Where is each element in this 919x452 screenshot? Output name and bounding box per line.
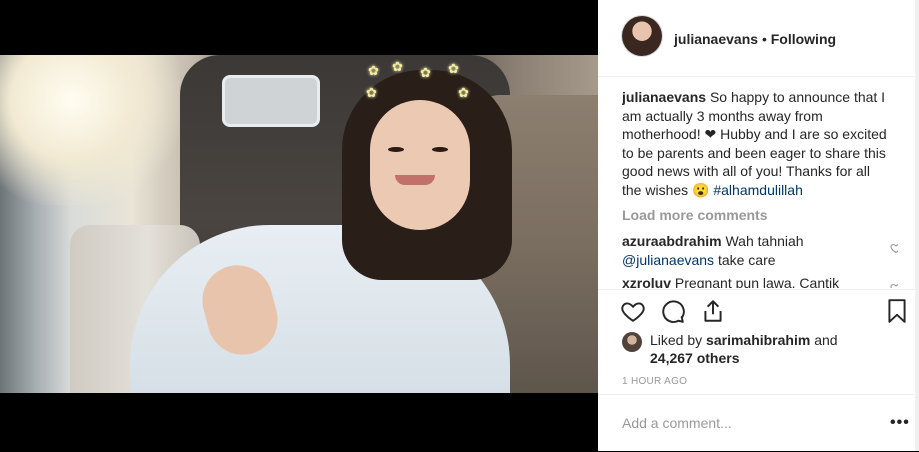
comment-body: azuraabdrahim Wah tahniah @julianaevans … <box>622 232 872 269</box>
comment-username-link[interactable]: azuraabdrahim <box>622 233 722 249</box>
likes-row: Liked by sarimahibrahim and 24,267 other… <box>622 330 902 370</box>
comments-section: julianaevans So happy to announce that I… <box>622 88 898 288</box>
post-header-line: julianaevans • Following <box>674 31 836 47</box>
heart-icon[interactable] <box>620 298 646 324</box>
likes-text: Liked by sarimahibrahim and 24,267 other… <box>650 331 880 367</box>
comment-mention-link[interactable]: @julianaevans <box>622 252 714 268</box>
action-bar <box>598 289 919 330</box>
comment-like-heart-icon[interactable] <box>890 242 898 254</box>
comment-item: xzroluv Pregnant pun lawa. Cantik <box>622 274 898 288</box>
flower-crown-icon: ✿ <box>392 59 403 74</box>
post-photo[interactable]: ✿ ✿ ✿ ✿ ✿ ✿ <box>0 55 598 393</box>
comment-text-suffix: take care <box>717 251 776 268</box>
comment-text-prefix: Pregnant pun lawa. Cantik <box>674 275 840 288</box>
post-media-area: ✿ ✿ ✿ ✿ ✿ ✿ <box>0 0 598 451</box>
flower-crown-icon: ✿ <box>448 61 459 76</box>
photo-seat-screen <box>222 75 320 127</box>
comment-box: ••• <box>598 394 919 452</box>
caption-username-link[interactable]: julianaevans <box>622 89 706 105</box>
bookmark-icon[interactable] <box>884 298 910 324</box>
flower-crown-icon: ✿ <box>458 85 469 100</box>
post-header: julianaevans • Following <box>598 0 919 77</box>
photo-eye-left <box>388 147 404 152</box>
flower-crown-icon: ✿ <box>366 85 377 100</box>
comment-icon[interactable] <box>660 298 686 324</box>
likes-prefix: Liked by <box>650 332 707 348</box>
hashtag-link[interactable]: #alhamdulillah <box>713 182 803 198</box>
page-scrollbar[interactable] <box>915 0 919 451</box>
more-options-icon[interactable]: ••• <box>890 414 910 432</box>
likes-middle: and <box>810 332 838 348</box>
photo-eye-right <box>432 147 448 152</box>
post-timestamp[interactable]: 1 HOUR AGO <box>622 376 687 387</box>
photo-window-light <box>0 55 180 205</box>
separator-dot: • <box>761 31 767 47</box>
comment-like-heart-icon[interactable] <box>890 282 898 288</box>
avatar[interactable] <box>622 16 662 56</box>
liker-avatar[interactable] <box>622 332 642 352</box>
flower-crown-icon: ✿ <box>420 65 431 80</box>
comment-item: azuraabdrahim Wah tahniah @julianaevans … <box>622 232 898 269</box>
comment-text-prefix: Wah tahniah <box>725 233 804 249</box>
add-comment-input[interactable] <box>622 413 862 433</box>
photo-mouth <box>395 175 435 185</box>
liker-username-link[interactable]: sarimahibrahim <box>706 332 810 348</box>
comment-body: xzroluv Pregnant pun lawa. Cantik <box>622 274 872 288</box>
post-sidebar: julianaevans • Following julianaevans So… <box>598 0 919 451</box>
username-link[interactable]: julianaevans <box>674 31 758 47</box>
comment-username-link[interactable]: xzroluv <box>622 275 671 288</box>
load-more-comments-button[interactable]: Load more comments <box>622 206 767 225</box>
photo-face <box>370 100 470 230</box>
flower-crown-icon: ✿ <box>368 63 379 78</box>
share-icon[interactable] <box>700 298 726 324</box>
caption: julianaevans So happy to announce that I… <box>622 88 892 199</box>
follow-status-button[interactable]: Following <box>771 31 836 47</box>
likes-count-link[interactable]: 24,267 others <box>650 350 740 366</box>
